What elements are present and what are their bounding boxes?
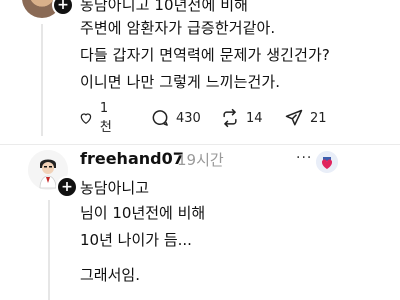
repost-button[interactable]: 14 bbox=[220, 106, 263, 130]
heart-icon bbox=[80, 113, 92, 124]
share-button[interactable]: 21 bbox=[284, 106, 327, 130]
reply-username[interactable]: freehand07 bbox=[80, 149, 184, 168]
comment-count: 430 bbox=[176, 110, 201, 126]
reaction-badge-icon[interactable] bbox=[316, 151, 338, 173]
reply-text-line: 농담아니고 bbox=[80, 179, 150, 197]
comment-bubble-icon bbox=[152, 110, 168, 126]
follow-plus-icon[interactable]: + bbox=[56, 176, 78, 198]
thread-connector-line bbox=[41, 24, 43, 136]
reply-text-line: 10년 나이가 듬... bbox=[80, 231, 192, 249]
reply-text-line: 님이 10년전에 비해 bbox=[80, 204, 206, 222]
repost-arrows-icon bbox=[223, 108, 237, 128]
reply-timestamp: 19시간 bbox=[177, 151, 224, 169]
post-text-line: 농담아니고 10년전에 비해 bbox=[80, 0, 249, 14]
post-text-line: 이니면 나만 그렇게 느끼는건가. bbox=[80, 73, 281, 91]
like-count: 1천 bbox=[99, 101, 112, 135]
comment-button[interactable]: 430 bbox=[150, 106, 201, 130]
post-text-line: 주변에 암환자가 급증한거같아. bbox=[80, 19, 276, 37]
thread-connector-line bbox=[48, 200, 50, 300]
reply-text-line: 그래서임. bbox=[80, 266, 140, 284]
post-text-line: 다들 갑자기 면역력에 문제가 생긴건가? bbox=[80, 46, 330, 64]
share-send-icon bbox=[285, 109, 303, 126]
repost-count: 14 bbox=[246, 110, 263, 126]
heart-reaction-icon bbox=[316, 151, 338, 173]
like-button[interactable]: 1천 bbox=[78, 101, 116, 135]
post-divider bbox=[0, 144, 400, 145]
follow-plus-icon[interactable]: + bbox=[52, 0, 74, 16]
share-count: 21 bbox=[310, 110, 327, 126]
more-options-icon[interactable]: ··· bbox=[296, 150, 312, 166]
